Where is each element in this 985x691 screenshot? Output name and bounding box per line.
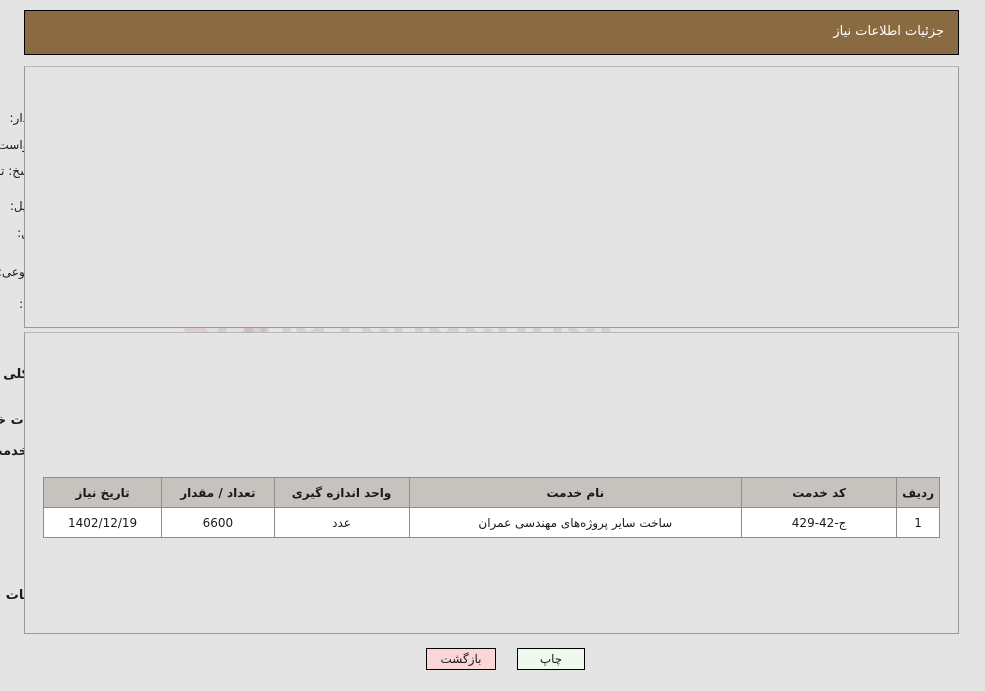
col-index: ردیف	[897, 477, 941, 508]
col-name: نام خدمت	[409, 477, 744, 508]
page-title: جزئیات اطلاعات نیاز	[834, 24, 945, 39]
table-header-row: ردیف کد خدمت نام خدمت واحد اندازه گیری ت…	[43, 477, 941, 508]
col-date: تاریخ نیاز	[43, 477, 164, 508]
cell-code: ج-42-429	[742, 507, 899, 538]
header-bar: جزئیات اطلاعات نیاز	[25, 10, 960, 55]
back-button[interactable]: بازگشت	[427, 648, 497, 670]
cell-date: 1402/12/19	[43, 507, 164, 538]
cell-index: 1	[897, 507, 941, 538]
cell-name: ساخت سایر پروژه‌های مهندسی عمران	[409, 507, 744, 538]
col-unit: واحد اندازه گیری	[274, 477, 411, 508]
print-button[interactable]: چاپ	[518, 648, 586, 670]
need-info-panel	[25, 66, 960, 328]
cell-unit: عدد	[274, 507, 411, 538]
cell-quantity: 6600	[162, 507, 276, 538]
table-row: 1 ج-42-429 ساخت سایر پروژه‌های مهندسی عم…	[43, 507, 941, 538]
services-table: ردیف کد خدمت نام خدمت واحد اندازه گیری ت…	[43, 477, 941, 538]
page-root: ✓ AriaTender.net جزئیات اطلاعات نیاز شما…	[0, 0, 985, 691]
col-quantity: تعداد / مقدار	[162, 477, 276, 508]
col-code: کد خدمت	[742, 477, 899, 508]
